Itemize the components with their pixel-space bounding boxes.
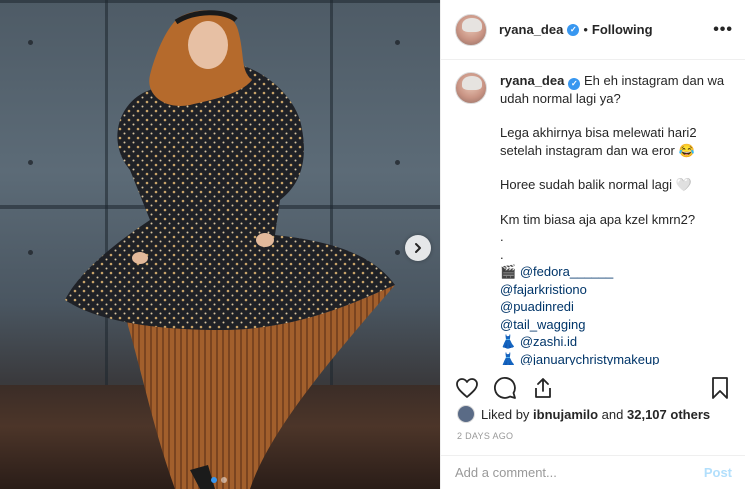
liker-username[interactable]: ibnujamilo: [533, 407, 598, 422]
caption-username[interactable]: ryana_dea: [500, 73, 564, 88]
comment-form: Post: [441, 455, 745, 489]
comment-input[interactable]: [455, 465, 704, 480]
liker-avatar[interactable]: [457, 405, 475, 423]
caption-line: Lega akhirnya bisa melewati hari2 setela…: [500, 125, 697, 158]
chevron-right-icon: [415, 243, 421, 253]
carousel-indicator: [211, 477, 227, 483]
post-side-panel: ryana_dea ✓ • Following ••• ryana_dea ✓ E…: [440, 0, 745, 489]
mention-link[interactable]: @fajarkristiono: [500, 282, 587, 297]
caption-line: Horee sudah balik normal lagi 🤍: [500, 177, 692, 193]
post-comment-button[interactable]: Post: [704, 465, 732, 480]
post-timestamp[interactable]: 2 DAYS AGO: [457, 431, 513, 441]
caption-text: ryana_dea ✓ Eh eh instagram dan wa udah n…: [500, 72, 730, 365]
caption-row: ryana_dea ✓ Eh eh instagram dan wa udah n…: [455, 72, 732, 365]
caption-dot: .: [500, 246, 504, 262]
share-icon[interactable]: [531, 376, 555, 400]
caption-line: Km tim biasa aja apa kzel kmrn2?: [500, 211, 696, 227]
mention-link[interactable]: @fedora______: [520, 264, 613, 279]
author-username[interactable]: ryana_dea: [499, 22, 563, 37]
caption-author-avatar[interactable]: [455, 72, 487, 104]
heart-icon[interactable]: [455, 376, 479, 400]
likes-count-link[interactable]: 32,107 others: [627, 407, 710, 422]
bookmark-icon[interactable]: [708, 376, 732, 400]
mention-link[interactable]: @zashi.id: [520, 334, 577, 349]
caption-dot: .: [500, 229, 504, 245]
carousel-dot-active: [211, 477, 217, 483]
dress-icon: 👗: [500, 351, 517, 365]
separator: •: [583, 22, 588, 37]
clapper-icon: 🎬: [500, 264, 517, 280]
verified-badge-icon: ✓: [568, 77, 581, 90]
verified-badge-icon: ✓: [567, 23, 580, 36]
likes-prefix: Liked by: [481, 406, 530, 422]
more-options-icon[interactable]: •••: [713, 21, 733, 39]
action-bar: [441, 370, 745, 406]
carousel-dot: [221, 477, 227, 483]
caption-area: ryana_dea ✓ Eh eh instagram dan wa udah n…: [441, 60, 745, 365]
author-avatar[interactable]: [455, 13, 487, 46]
comment-icon[interactable]: [493, 376, 517, 400]
likes-and: and: [601, 406, 624, 422]
dress-icon: 👗: [500, 334, 517, 350]
post-photo[interactable]: [0, 0, 440, 489]
author-info: ryana_dea ✓ • Following: [499, 22, 653, 37]
next-slide-button[interactable]: [405, 235, 431, 261]
mention-link[interactable]: @puadinredi: [500, 299, 574, 314]
post-header: ryana_dea ✓ • Following •••: [441, 0, 745, 60]
mention-link[interactable]: @tail_wagging: [500, 317, 585, 332]
following-button[interactable]: Following: [592, 22, 653, 37]
mention-link[interactable]: @januarychristymakeup: [520, 352, 660, 365]
likes-summary: Liked by ibnujamilo and 32,107 others: [457, 405, 710, 423]
model-figure: [65, 10, 395, 489]
